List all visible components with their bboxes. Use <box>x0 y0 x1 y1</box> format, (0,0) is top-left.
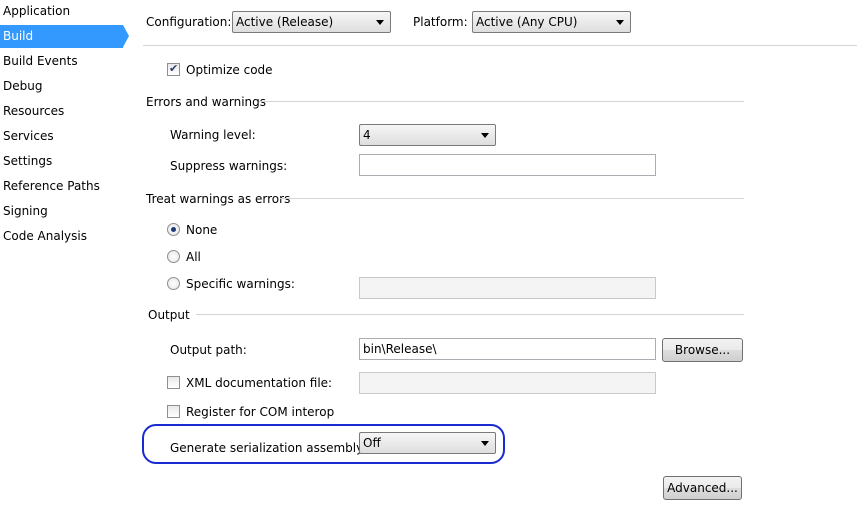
optimize-code-label: Optimize code <box>186 63 273 77</box>
xml-documentation-input[interactable] <box>359 372 656 394</box>
platform-value: Active (Any CPU) <box>476 15 578 29</box>
section-divider <box>280 198 744 199</box>
sidebar-item-services[interactable]: Services <box>0 125 123 148</box>
output-path-value: bin\Release\ <box>363 342 437 356</box>
warning-level-select[interactable]: 4 <box>359 124 496 146</box>
radio-all-label: All <box>186 250 201 264</box>
sidebar-item-label: Build Events <box>3 54 78 68</box>
sidebar-item-application[interactable]: Application <box>0 0 123 23</box>
sidebar-item-label: Signing <box>3 204 48 218</box>
active-pointer-icon <box>123 25 129 47</box>
chevron-down-icon <box>616 20 624 25</box>
com-interop-checkbox[interactable] <box>167 405 180 418</box>
section-divider <box>259 101 744 102</box>
warning-level-value: 4 <box>363 128 371 142</box>
sidebar-item-label: Services <box>3 129 54 143</box>
checkmark-icon: ✔ <box>169 62 179 75</box>
radio-none[interactable] <box>167 223 180 236</box>
sidebar-item-label: Resources <box>3 104 65 118</box>
radio-specific[interactable] <box>167 277 180 290</box>
sidebar-item-reference-paths[interactable]: Reference Paths <box>0 175 123 198</box>
radio-specific-label: Specific warnings: <box>186 277 295 291</box>
sidebar-item-settings[interactable]: Settings <box>0 150 123 173</box>
section-title-treat-warnings: Treat warnings as errors <box>146 192 291 206</box>
section-title-output: Output <box>148 308 190 322</box>
suppress-warnings-label: Suppress warnings: <box>170 159 288 173</box>
annotation-highlight <box>142 424 505 464</box>
suppress-warnings-input[interactable] <box>359 154 656 176</box>
header-divider <box>143 45 857 46</box>
sidebar-item-build-events[interactable]: Build Events <box>0 50 123 73</box>
sidebar-item-label: Build <box>3 29 34 43</box>
xml-documentation-label: XML documentation file: <box>186 376 333 390</box>
configuration-select[interactable]: Active (Release) <box>232 11 391 33</box>
chevron-down-icon <box>376 20 384 25</box>
sidebar-item-debug[interactable]: Debug <box>0 75 123 98</box>
sidebar-item-label: Code Analysis <box>3 229 87 243</box>
sidebar-item-code-analysis[interactable]: Code Analysis <box>0 225 123 248</box>
radio-all[interactable] <box>167 250 180 263</box>
configuration-value: Active (Release) <box>236 15 334 29</box>
sidebar-item-label: Reference Paths <box>3 179 100 193</box>
platform-select[interactable]: Active (Any CPU) <box>472 11 631 33</box>
configuration-label: Configuration: <box>146 15 232 29</box>
sidebar-item-build[interactable]: Build <box>0 25 129 48</box>
radio-none-label: None <box>186 223 218 237</box>
xml-documentation-checkbox[interactable] <box>167 376 180 389</box>
chevron-down-icon <box>481 133 489 138</box>
output-path-input[interactable]: bin\Release\ <box>359 338 656 360</box>
specific-warnings-input[interactable] <box>359 277 656 299</box>
output-path-label: Output path: <box>170 343 247 357</box>
advanced-button[interactable]: Advanced... <box>663 476 742 500</box>
sidebar: Application Build Build Events Debug Res… <box>0 0 129 514</box>
sidebar-item-label: Application <box>3 4 71 18</box>
sidebar-item-label: Debug <box>3 79 43 93</box>
com-interop-label: Register for COM interop <box>186 405 335 419</box>
optimize-code-checkbox[interactable]: ✔ <box>167 62 180 76</box>
browse-button[interactable]: Browse... <box>662 338 743 362</box>
radio-selected-dot <box>171 227 176 232</box>
platform-label: Platform: <box>413 15 468 29</box>
sidebar-item-resources[interactable]: Resources <box>0 100 123 123</box>
section-title-errors-warnings: Errors and warnings <box>146 95 267 109</box>
sidebar-item-signing[interactable]: Signing <box>0 200 123 223</box>
section-divider <box>196 314 744 315</box>
sidebar-item-label: Settings <box>3 154 53 168</box>
warning-level-label: Warning level: <box>170 128 256 142</box>
